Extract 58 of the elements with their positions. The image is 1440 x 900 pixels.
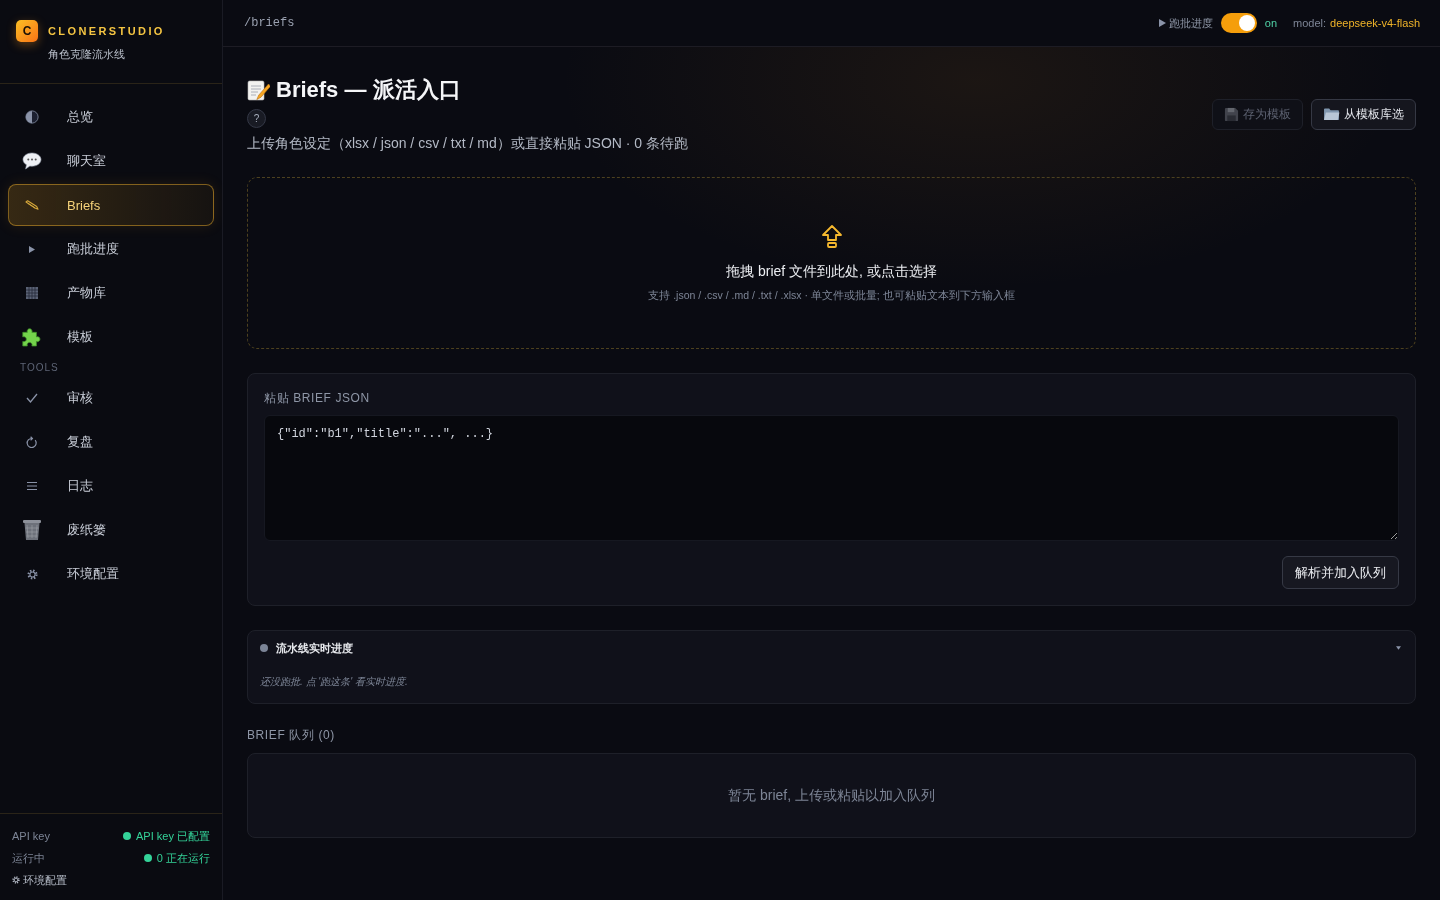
drop-zone-title: 拖拽 brief 文件到此处, 或点击选择: [726, 262, 937, 281]
toggle-switch[interactable]: [1220, 13, 1257, 33]
nav-item[interactable]: 审核: [8, 377, 214, 419]
status-label: API key: [12, 830, 50, 842]
refresh-icon: [26, 435, 38, 449]
template-library-button[interactable]: 从模板库选: [1311, 98, 1416, 130]
status-text: 0 正在运行: [156, 850, 210, 866]
menu-icon: [27, 482, 37, 490]
panel-title: 流水线实时进度: [276, 640, 353, 656]
nav-item[interactable]: 日志: [8, 465, 214, 507]
play-icon: [1158, 19, 1166, 27]
section-label: BRIEF 队列 (0): [247, 728, 336, 742]
nav-item[interactable]: 聊天室: [8, 140, 214, 182]
logo: C: [16, 20, 38, 42]
file-drop-zone[interactable]: 拖拽 brief 文件到此处, 或点击选择 支持 .json / .csv / .md / .txt / .xlsx · 单文件或批量; 也可粘贴文本到下方输入框: [247, 177, 1416, 349]
nav-item[interactable]: Briefs: [8, 184, 214, 226]
parse-button[interactable]: 解析并加入队列: [1282, 556, 1399, 589]
half-circle-icon: [25, 110, 39, 124]
nav-item[interactable]: 跑批进度: [8, 228, 214, 270]
json-input-field[interactable]: {"id":"b1","title":"...", ...}: [264, 415, 1399, 541]
nav-item[interactable]: 复盘: [8, 421, 214, 463]
speech-bubble-icon: [22, 152, 42, 170]
play-icon: [29, 245, 35, 253]
caret-icon[interactable]: [1396, 646, 1401, 650]
brand-subtitle: 角色克隆流水线: [48, 47, 126, 62]
model-label: model:: [1293, 17, 1327, 29]
nav-item[interactable]: 模板: [8, 316, 214, 358]
check-icon: [26, 393, 38, 403]
page-path: /briefs: [244, 16, 295, 30]
toggle-state: on: [1264, 17, 1278, 29]
folder-icon: [1323, 107, 1340, 121]
nav-item[interactable]: 产物库: [8, 272, 214, 314]
upload-icon: [819, 224, 844, 250]
nav-item[interactable]: 废纸篓: [8, 509, 214, 551]
grid-icon: [26, 287, 38, 299]
pencil-icon: [25, 200, 39, 210]
brand-name: CLONERSTUDIO: [48, 25, 165, 37]
model-name: deepseek-v4-flash: [1330, 17, 1420, 29]
field-label: 粘贴 BRIEF JSON: [264, 390, 371, 406]
section-label: TOOLS: [19, 361, 60, 375]
page-subtitle: 上传角色设定（xlsx / json / csv / txt / md）或直接粘贴 JSON · 0 条待跑: [247, 134, 689, 153]
page-title: Briefs — 派活入口: [276, 76, 461, 104]
memo-icon: [247, 79, 270, 101]
settings-icon: [12, 876, 20, 884]
nav-item[interactable]: 环境配置: [8, 553, 214, 595]
drop-zone-hint: 支持 .json / .csv / .md / .txt / .xlsx · 单文件或批量; 也可粘贴文本到下方输入框: [648, 288, 1015, 303]
nav-item[interactable]: 总览: [8, 96, 214, 138]
status-label: 运行中: [12, 850, 45, 866]
empty-message: 暂无 brief, 上传或粘贴以加入队列: [728, 786, 935, 805]
empty-hint: 还没跑批. 点 '跑这条' 看实时进度.: [260, 675, 409, 689]
help-button[interactable]: ?: [247, 109, 266, 128]
settings-icon: [26, 568, 38, 580]
trash-icon: [22, 519, 42, 541]
toggle-label: 跑批进度: [1168, 15, 1213, 31]
status-dot-icon: [260, 644, 268, 652]
status-text: API key 已配置: [136, 828, 210, 844]
puzzle-icon: [22, 327, 42, 347]
settings-link[interactable]: 环境配置: [12, 869, 67, 891]
